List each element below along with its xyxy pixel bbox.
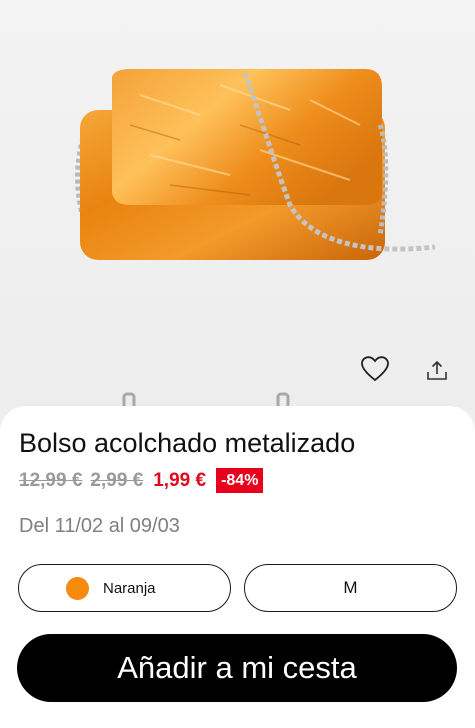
product-image (75, 69, 436, 260)
favorite-button[interactable] (358, 352, 392, 386)
color-swatch (66, 577, 89, 600)
previous-price: 2,99 € (90, 469, 144, 491)
product-image-area[interactable] (0, 0, 475, 410)
delivery-dates: Del 11/02 al 09/03 (19, 515, 180, 537)
discount-badge: -84% (216, 468, 264, 493)
product-title: Bolso acolchado metalizado (19, 428, 356, 458)
product-info-sheet: Bolso acolchado metalizado 12,99 € 2,99 … (0, 406, 475, 728)
color-label: Naranja (103, 579, 156, 597)
heart-icon (361, 356, 389, 382)
share-icon (427, 360, 447, 380)
color-selector[interactable]: Naranja (18, 564, 231, 612)
share-button[interactable] (420, 353, 454, 387)
size-selector[interactable]: M (244, 564, 457, 612)
current-price: 1,99 € (153, 469, 207, 491)
original-price: 12,99 € (19, 469, 83, 491)
add-to-cart-button[interactable]: Añadir a mi cesta (17, 634, 457, 702)
size-label: M (343, 578, 358, 597)
price-row: 12,99 € 2,99 € 1,99 € -84% (19, 468, 264, 493)
